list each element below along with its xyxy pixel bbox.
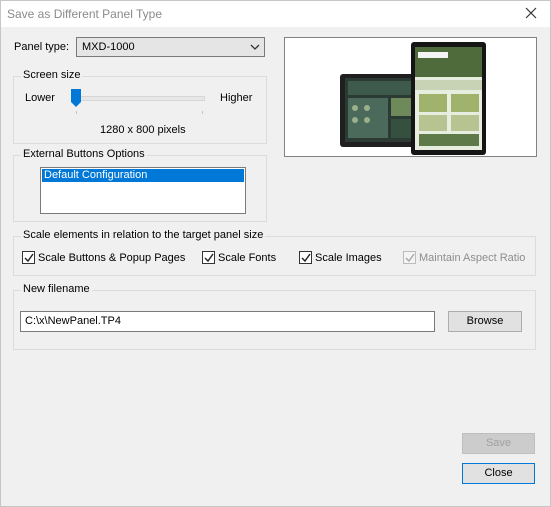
slider-tick — [76, 111, 77, 114]
scale-images-checkbox[interactable] — [299, 251, 312, 264]
scale-fonts-label[interactable]: Scale Fonts — [218, 252, 276, 264]
new-filename-title: New filename — [21, 283, 92, 295]
maintain-aspect-ratio-checkbox — [403, 251, 416, 264]
screen-size-slider-track[interactable] — [76, 96, 205, 101]
window-title: Save as Different Panel Type — [7, 7, 162, 21]
screen-size-slider-thumb[interactable] — [71, 89, 81, 107]
external-buttons-list[interactable]: Default Configuration — [40, 167, 246, 214]
scale-buttons-label[interactable]: Scale Buttons & Popup Pages — [38, 252, 185, 264]
checkmark-icon — [24, 253, 34, 263]
save-as-panel-dialog: Save as Different Panel Type Panel type:… — [0, 0, 551, 507]
title-bar: Save as Different Panel Type — [1, 1, 550, 27]
screen-resolution: 1280 x 800 pixels — [100, 124, 186, 136]
maintain-aspect-ratio-label: Maintain Aspect Ratio — [419, 252, 526, 264]
filename-input[interactable]: C:\x\NewPanel.TP4 — [20, 311, 435, 332]
close-icon[interactable] — [524, 6, 538, 20]
checkmark-icon — [301, 253, 311, 263]
chevron-down-icon — [250, 42, 260, 52]
checkmark-icon — [405, 253, 415, 263]
panel-type-value: MXD-1000 — [82, 41, 135, 53]
slider-lower-label: Lower — [25, 92, 55, 104]
list-item[interactable]: Default Configuration — [42, 169, 244, 182]
scale-elements-title: Scale elements in relation to the target… — [21, 229, 266, 241]
scale-fonts-checkbox[interactable] — [202, 251, 215, 264]
save-button[interactable]: Save — [462, 433, 535, 454]
external-buttons-title: External Buttons Options — [21, 148, 147, 160]
scale-buttons-checkbox[interactable] — [22, 251, 35, 264]
browse-button[interactable]: Browse — [448, 311, 522, 332]
checkmark-icon — [204, 253, 214, 263]
slider-tick — [202, 111, 203, 114]
screen-size-title: Screen size — [21, 69, 83, 81]
panel-type-select[interactable]: MXD-1000 — [76, 37, 265, 57]
filename-value: C:\x\NewPanel.TP4 — [25, 315, 121, 327]
close-button[interactable]: Close — [462, 463, 535, 484]
panel-type-label: Panel type: — [14, 41, 70, 53]
panel-preview-image — [284, 37, 537, 157]
slider-higher-label: Higher — [220, 92, 253, 104]
scale-images-label[interactable]: Scale Images — [315, 252, 382, 264]
